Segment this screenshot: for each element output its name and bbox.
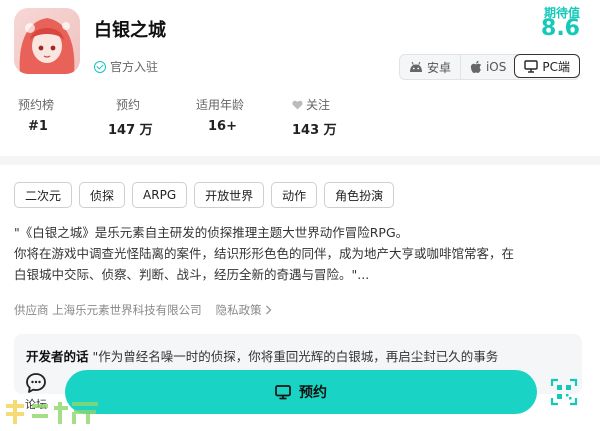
android-icon [409, 61, 422, 72]
app-icon[interactable] [14, 8, 80, 74]
privacy-policy-link[interactable]: 隐私政策 [216, 302, 272, 318]
verified-check-icon [94, 60, 106, 73]
section-divider [0, 156, 600, 165]
rating-value: 8.6 [541, 16, 580, 41]
monitor-icon [524, 59, 539, 73]
vendor-row: 供应商 上海乐元素世界科技有限公司 隐私政策 [14, 302, 272, 318]
watermark-logo [2, 396, 106, 430]
platform-android-label: 安卓 [426, 60, 451, 75]
qr-code-button[interactable] [550, 378, 578, 406]
stat-label: 适用年龄 [196, 98, 245, 112]
heart-icon [292, 100, 303, 109]
official-label: 官方入驻 [110, 60, 159, 74]
stat-reservation-rank[interactable]: 预约榜 #1 [18, 96, 54, 134]
tag-item[interactable]: 开放世界 [194, 182, 265, 208]
description-line: 你将在游戏中调查光怪陆离的案件，结识形形色色的同伴，成为地产大亨或咖啡馆常客，在 [14, 246, 515, 261]
comment-icon [26, 373, 46, 393]
chevron-right-icon [265, 305, 272, 315]
platform-ios-label: iOS [485, 60, 507, 74]
stat-followers[interactable]: 关注 143 万 [292, 96, 337, 138]
stat-value: 147 万 [108, 123, 153, 138]
stats-row: 预约榜 #1 预约 147 万 适用年龄 16+ 关注 143 万 [0, 96, 600, 144]
tag-item[interactable]: 侦探 [79, 182, 126, 208]
platform-ios[interactable]: iOS [459, 55, 515, 79]
apple-icon [470, 60, 482, 73]
stat-reservations: 预约 147 万 [108, 96, 153, 138]
app-header: 白银之城 官方入驻 期待值 8.6 安卓 iOS PC端 [0, 0, 600, 90]
qr-code-icon [550, 378, 578, 406]
platform-pc-label: PC端 [542, 59, 570, 74]
tag-item[interactable]: 动作 [271, 182, 318, 208]
stat-label: 预约 [116, 98, 141, 112]
stat-value: 16+ [208, 119, 237, 134]
reserve-label: 预约 [299, 385, 327, 401]
platform-pc[interactable]: PC端 [514, 54, 580, 78]
tag-list: 二次元 侦探 ARPG 开放世界 动作 角色扮演 [14, 182, 395, 208]
stat-label: 关注 [292, 96, 337, 113]
tag-item[interactable]: ARPG [132, 182, 188, 208]
privacy-policy-label: 隐私政策 [215, 303, 262, 317]
platform-switch: 安卓 iOS PC端 [398, 54, 580, 80]
description-line: "《白银之城》是乐元素自主研发的侦探推理主题大世界动作冒险RPG。 [14, 225, 409, 240]
app-title: 白银之城 [94, 20, 166, 41]
game-description[interactable]: "《白银之城》是乐元素自主研发的侦探推理主题大世界动作冒险RPG。 你将在游戏中… [14, 222, 586, 285]
stat-value: #1 [28, 119, 48, 134]
stat-age-rating: 适用年龄 16+ [196, 96, 244, 134]
tag-item[interactable]: 二次元 [14, 182, 73, 208]
tag-item[interactable]: 角色扮演 [324, 182, 395, 208]
description-line: 白银城中交际、侦察、判断、战斗，经历全新的奇遇与冒险。"... [14, 267, 370, 282]
official-badge: 官方入驻 [94, 58, 158, 75]
reserve-button[interactable]: 预约 [65, 370, 537, 414]
stat-label: 预约榜 [18, 98, 55, 112]
platform-android[interactable]: 安卓 [400, 55, 460, 79]
stat-value: 143 万 [292, 123, 337, 138]
vendor-name: 供应商 上海乐元素世界科技有限公司 [14, 303, 202, 317]
stat-label-text: 关注 [306, 98, 331, 112]
monitor-icon [275, 384, 291, 399]
